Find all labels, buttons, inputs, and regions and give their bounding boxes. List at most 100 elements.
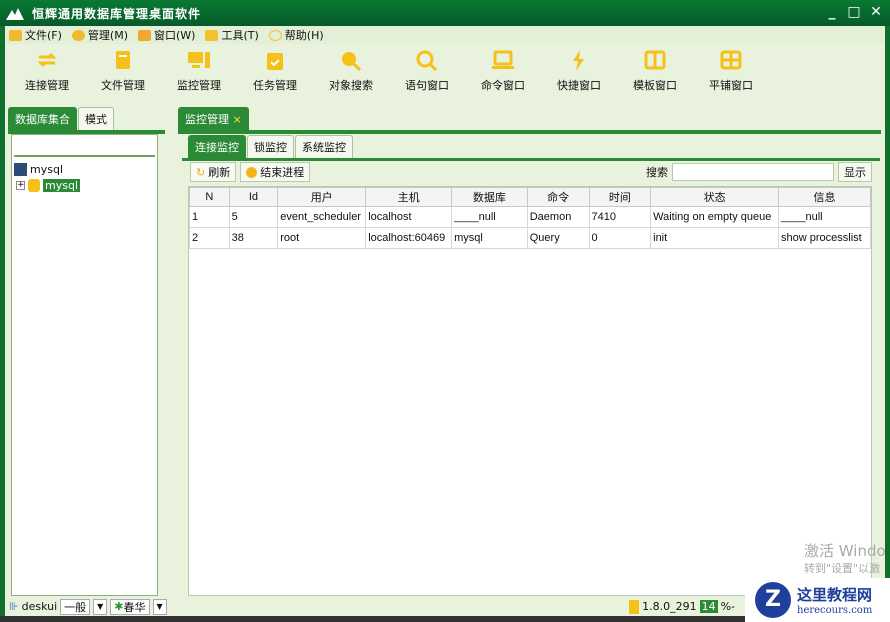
tree-label: mysql xyxy=(43,178,80,192)
calendar-check-icon xyxy=(267,53,283,70)
tab-schema[interactable]: 模式 xyxy=(78,107,114,130)
refresh-button[interactable]: ↻ 刷新 xyxy=(190,162,237,182)
database-panel: 数据库集合 模式 mysql + mysql xyxy=(8,107,165,597)
table-row[interactable]: 1 5 event_scheduler localhost ____null Daemon… xyxy=(189,206,871,228)
table-cell: 5 xyxy=(228,206,279,228)
level-select[interactable]: 一般 xyxy=(60,598,91,615)
column-header[interactable]: 状态 xyxy=(650,187,780,207)
table-cell: 1 xyxy=(189,206,230,228)
menu-manage[interactable]: 管理(M) xyxy=(71,27,128,43)
sync-icon xyxy=(37,52,57,68)
expand-icon[interactable]: + xyxy=(16,180,25,190)
tab-connection-monitor[interactable]: 连接监控 xyxy=(188,135,246,158)
search-icon xyxy=(416,50,438,71)
java-icon xyxy=(629,599,640,614)
column-header[interactable]: N xyxy=(189,187,230,207)
toolbar-label: 命令窗口 xyxy=(481,79,525,92)
menu-help[interactable]: 帮助(H) xyxy=(268,27,324,43)
close-button[interactable]: ✕ xyxy=(868,4,884,20)
toolbar-button[interactable]: 命令窗口 xyxy=(465,44,541,98)
button-label: 刷新 xyxy=(208,166,231,179)
column-header[interactable]: 信息 xyxy=(778,187,871,207)
column-header[interactable]: 用户 xyxy=(277,187,367,207)
activation-watermark-sub: 转到"设置"以激 xyxy=(804,562,881,575)
toolbar-button[interactable]: 文件管理 xyxy=(85,44,161,98)
table-cell: Query xyxy=(526,227,590,249)
column-header[interactable]: Id xyxy=(228,187,279,207)
toolbar-button[interactable]: 模板窗口 xyxy=(617,44,693,98)
user-icon: ⊪ xyxy=(9,600,19,613)
column-header[interactable]: 命令 xyxy=(526,187,590,207)
search-label: 搜索 xyxy=(646,166,668,179)
z-logo-icon: Z xyxy=(755,582,791,618)
memory-usage: 14 xyxy=(699,600,718,613)
toolbar-label: 任务管理 xyxy=(253,79,297,92)
table-cell: 2 xyxy=(189,227,230,249)
table-cell: localhost xyxy=(365,206,453,228)
table-cell: init xyxy=(650,227,780,249)
table-cell: ____null xyxy=(778,206,871,228)
menu-file[interactable]: 文件(F) xyxy=(9,27,62,43)
tab-label: 监控管理 xyxy=(185,113,229,126)
show-button[interactable]: 显示 xyxy=(838,162,872,182)
version-text: 1.8.0_291 xyxy=(642,600,697,613)
minimize-button[interactable]: _ xyxy=(824,4,840,20)
column-header[interactable]: 数据库 xyxy=(451,187,528,207)
tab-monitor-management[interactable]: 监控管理 × xyxy=(178,107,249,130)
table-cell: mysql xyxy=(451,227,528,249)
toolbar: 连接管理 文件管理 监控管理 任务管理 对象搜索 语句窗口 命令窗口 快捷窗口 模板窗口 平铺窗口 xyxy=(5,44,885,98)
gear-icon xyxy=(71,29,85,41)
level-value: 一般 xyxy=(64,600,87,614)
toolbar-button[interactable]: 监控管理 xyxy=(161,44,237,98)
lightning-icon xyxy=(573,50,584,71)
maximize-button[interactable]: □ xyxy=(846,4,862,20)
menu-label: 文件(F) xyxy=(25,29,62,42)
tab-system-monitor[interactable]: 系统监控 xyxy=(295,135,353,158)
toolbar-button[interactable]: 语句窗口 xyxy=(389,44,465,98)
toolbar-button[interactable]: 任务管理 xyxy=(237,44,313,98)
table-row[interactable]: 2 38 root localhost:60469 mysql Query 0 init sho… xyxy=(189,227,871,249)
toolbar-button[interactable]: 快捷窗口 xyxy=(541,44,617,98)
tab-close-icon[interactable]: × xyxy=(233,113,242,126)
table-cell: localhost:60469 xyxy=(365,227,453,249)
column-header[interactable]: 主机 xyxy=(365,187,453,207)
refresh-icon: ↻ xyxy=(196,165,206,179)
column-header[interactable]: 时间 xyxy=(588,187,652,207)
theme-select[interactable]: ✱ 春华 xyxy=(110,598,150,615)
table-cell: Waiting on empty queue xyxy=(650,206,780,228)
chevron-down-icon[interactable]: ▼ xyxy=(93,598,108,615)
table-cell: ____null xyxy=(451,206,528,228)
toolbar-label: 语句窗口 xyxy=(405,79,449,92)
menu-window[interactable]: 窗口(W) xyxy=(138,27,195,43)
toolbar-label: 对象搜索 xyxy=(329,79,373,92)
menu-bar: 文件(F) 管理(M) 窗口(W) 工具(T) 帮助(H) xyxy=(5,26,885,44)
kill-process-button[interactable]: 结束进程 xyxy=(240,162,311,182)
table-cell: 38 xyxy=(228,227,279,249)
menu-tools[interactable]: 工具(T) xyxy=(205,27,259,43)
menu-label: 帮助(H) xyxy=(284,29,324,42)
chevron-down-icon[interactable]: ▼ xyxy=(152,598,167,615)
toolbar-button[interactable]: 对象搜索 xyxy=(313,44,389,98)
tree-node-mysql[interactable]: + mysql xyxy=(14,177,155,193)
toolbar-button[interactable]: 连接管理 xyxy=(9,44,85,98)
app-window: 恒辉通用数据库管理桌面软件 _ □ ✕ 文件(F) 管理(M) 窗口(W) 工具… xyxy=(0,0,890,616)
database-icon xyxy=(28,178,40,192)
table-cell: 0 xyxy=(588,227,652,249)
tab-lock-monitor[interactable]: 锁监控 xyxy=(247,135,294,158)
mysql-icon xyxy=(14,162,27,176)
tree-node-root[interactable]: mysql xyxy=(14,161,155,177)
window-title: 恒辉通用数据库管理桌面软件 xyxy=(32,6,202,21)
stop-icon xyxy=(246,166,258,178)
folder-icon xyxy=(9,29,22,41)
database-tree: mysql + mysql xyxy=(12,159,157,195)
tab-database-collection[interactable]: 数据库集合 xyxy=(8,107,77,130)
logo-text-cn: 这里教程网 xyxy=(797,586,873,604)
tree-filter-input[interactable] xyxy=(14,137,155,157)
toolbar-label: 模板窗口 xyxy=(633,79,677,92)
toolbar-label: 监控管理 xyxy=(177,79,221,92)
search-input[interactable] xyxy=(672,163,834,181)
main-panel: 监控管理 × 连接监控 锁监控 系统监控 ↻ 刷新 结束进程 搜索 显示 N Id 用… xyxy=(178,107,881,597)
tools-icon xyxy=(205,29,219,41)
search-chart-icon xyxy=(342,52,362,71)
toolbar-button[interactable]: 平铺窗口 xyxy=(693,44,769,98)
